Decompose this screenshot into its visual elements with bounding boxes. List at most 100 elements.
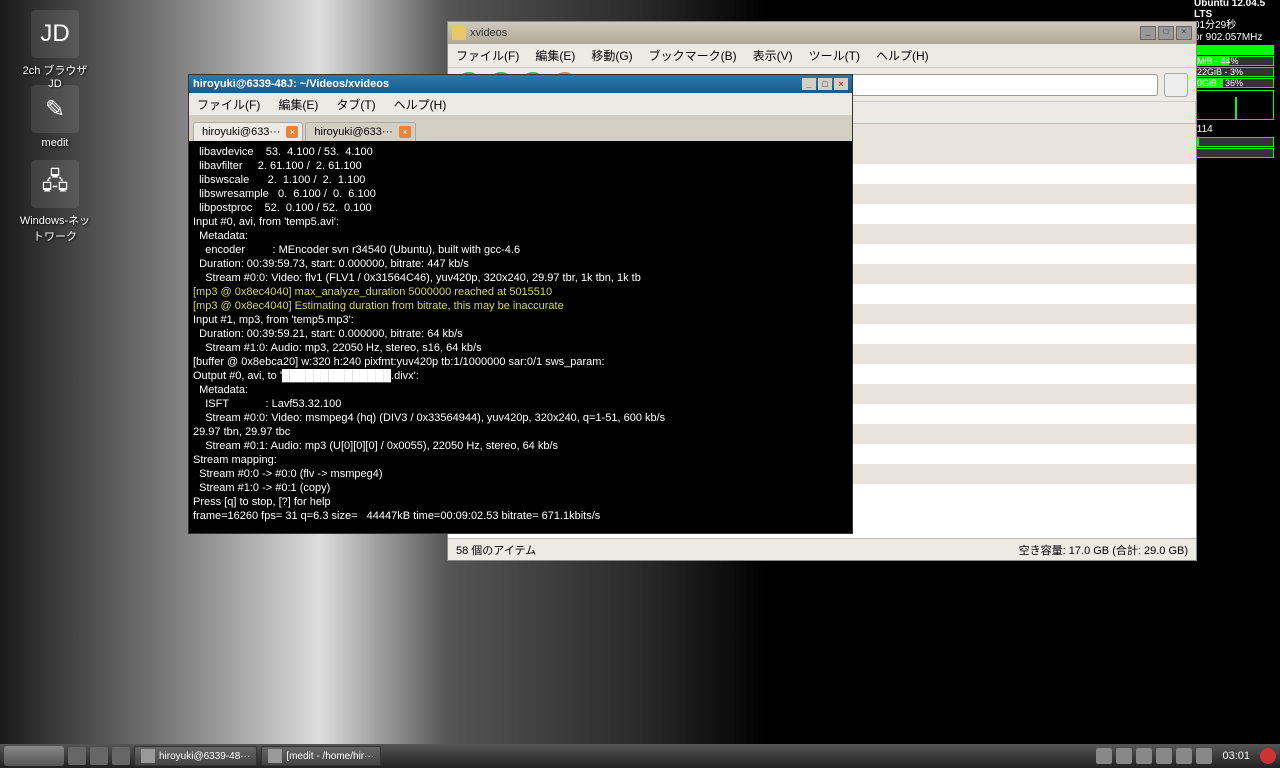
terminal-tab[interactable]: hiroyuki@633··· × [193, 122, 303, 141]
usage-bar: 0GiB - 36% [1194, 78, 1274, 88]
search-button[interactable] [1164, 73, 1188, 97]
menu-item[interactable]: タブ(T) [336, 96, 375, 113]
fm-title-text: xvideos [470, 27, 507, 39]
fm-statusbar: 58 個のアイテム 空き容量: 17.0 GB (合計: 29.0 GB) [448, 538, 1196, 560]
fm-titlebar[interactable]: xvideos _ □ × [448, 22, 1196, 44]
task-icon [141, 749, 155, 763]
terminal-line: [buffer @ 0x8ebca20] w:320 h:240 pixfmt:… [193, 355, 848, 369]
terminal-line: Press [q] to stop, [?] for help [193, 495, 848, 509]
menu-item[interactable]: 編集(E) [535, 47, 575, 64]
menu-item[interactable]: 表示(V) [753, 47, 793, 64]
terminal-tab[interactable]: hiroyuki@633··· × [305, 122, 415, 141]
terminal-line: Stream #1:0 -> #0:1 (copy) [193, 481, 848, 495]
usage-bar: MiB - 44% [1194, 56, 1274, 66]
term-menubar: ファイル(F) 編集(E) タブ(T) ヘルプ(H) [189, 93, 852, 115]
task-label: [medit - /home/hir··· [286, 751, 374, 762]
terminal-line: 29.97 tbn, 29.97 tbc [193, 425, 848, 439]
tray-icon[interactable] [1176, 748, 1192, 764]
tab-label: hiroyuki@633··· [314, 126, 392, 138]
taskbar: hiroyuki@6339-48··· [medit - /home/hir···… [0, 744, 1280, 768]
term-title-text: hiroyuki@6339-48J: ~/Videos/xvideos [193, 78, 389, 90]
taskbar-task[interactable]: [medit - /home/hir··· [261, 746, 381, 766]
tray-icon[interactable] [1116, 748, 1132, 764]
fm-item-count: 58 個のアイテム [456, 542, 1019, 557]
system-monitor-panel: Ubuntu 12.04.5 LTS 01分29秒 or 902.057MHz … [1190, 0, 1280, 161]
terminal-line: Input #0, avi, from 'temp5.avi': [193, 215, 848, 229]
terminal-line: libavfilter 2. 61.100 / 2. 61.100 [193, 159, 848, 173]
power-icon[interactable] [1260, 748, 1276, 764]
os-label: Ubuntu 12.04.5 LTS [1194, 2, 1276, 16]
minimize-button[interactable]: _ [1140, 26, 1156, 40]
terminal-line: frame=16260 fps= 31 q=6.3 size= 44447kB … [193, 509, 848, 523]
term-tabbar: hiroyuki@633··· × hiroyuki@633··· × [189, 115, 852, 141]
menu-item[interactable]: ファイル(F) [456, 47, 519, 64]
terminal-line: libswscale 2. 1.100 / 2. 1.100 [193, 173, 848, 187]
menu-item[interactable]: ブックマーク(B) [649, 47, 737, 64]
terminal-line: encoder : MEncoder svn r34540 (Ubuntu), … [193, 243, 848, 257]
quicklaunch-icon[interactable] [90, 747, 108, 765]
terminal-line: Stream #1:0: Audio: mp3, 22050 Hz, stere… [193, 341, 848, 355]
icon-label: Windows-ネットワーク [15, 212, 95, 244]
term-max-button[interactable]: □ [818, 78, 832, 90]
terminal-output[interactable]: libavdevice 53. 4.100 / 53. 4.100 libavf… [189, 141, 852, 533]
folder-icon [452, 26, 466, 40]
menu-item[interactable]: ファイル(F) [197, 96, 260, 113]
taskbar-task[interactable]: hiroyuki@6339-48··· [134, 746, 257, 766]
terminal-window: hiroyuki@6339-48J: ~/Videos/xvideos _ □ … [188, 74, 853, 534]
menu-item[interactable]: 移動(G) [591, 47, 632, 64]
terminal-line: [mp3 @ 0x8ec4040] Estimating duration fr… [193, 299, 848, 313]
usage-bar: 22GiB - 3% [1194, 67, 1274, 77]
term-min-button[interactable]: _ [802, 78, 816, 90]
task-icon [268, 749, 282, 763]
menu-item[interactable]: 編集(E) [278, 96, 318, 113]
terminal-line: Duration: 00:39:59.21, start: 0.000000, … [193, 327, 848, 341]
terminal-line: Stream #0:0: Video: msmpeg4 (hq) (DIV3 /… [193, 411, 848, 425]
term-titlebar[interactable]: hiroyuki@6339-48J: ~/Videos/xvideos _ □ … [189, 75, 852, 93]
app-icon: ✎ [31, 85, 79, 133]
tray-icon[interactable] [1136, 748, 1152, 764]
terminal-line: libavdevice 53. 4.100 / 53. 4.100 [193, 145, 848, 159]
taskbar-clock[interactable]: 03:01 [1216, 750, 1256, 762]
tray-icon[interactable] [1156, 748, 1172, 764]
desktop-icon[interactable]: 🖧 Windows-ネットワーク [15, 160, 95, 244]
maximize-button[interactable]: □ [1158, 26, 1174, 40]
desktop-icon[interactable]: ✎ medit [15, 85, 95, 149]
terminal-line: Metadata: [193, 229, 848, 243]
terminal-line: libpostproc 52. 0.100 / 52. 0.100 [193, 201, 848, 215]
terminal-line: Stream #0:0 -> #0:0 (flv -> msmpeg4) [193, 467, 848, 481]
app-icon: 🖧 [31, 160, 79, 208]
cpu-graph [1194, 90, 1274, 120]
net-bar [1194, 137, 1274, 147]
terminal-line: Output #0, avi, to '██████████████.divx'… [193, 369, 848, 383]
tab-close-icon[interactable]: × [399, 126, 411, 138]
quicklaunch-icon[interactable] [68, 747, 86, 765]
terminal-line: Stream #0:1: Audio: mp3 (U[0][0][0] / 0x… [193, 439, 848, 453]
terminal-line: Metadata: [193, 383, 848, 397]
net-bar2 [1194, 148, 1274, 158]
quicklaunch-icon[interactable] [112, 747, 130, 765]
cpu-freq-label: or 902.057MHz [1194, 30, 1276, 44]
app-icon: JD [31, 10, 79, 58]
terminal-line: Duration: 00:39:59.73, start: 0.000000, … [193, 257, 848, 271]
start-menu-button[interactable] [4, 746, 64, 766]
tray-icon[interactable] [1196, 748, 1212, 764]
terminal-line: Input #1, mp3, from 'temp5.mp3': [193, 313, 848, 327]
fm-menubar: ファイル(F) 編集(E) 移動(G) ブックマーク(B) 表示(V) ツール(T) ヘルプ… [448, 44, 1196, 68]
fm-free-space: 空き容量: 17.0 GB (合計: 29.0 GB) [1019, 542, 1188, 557]
terminal-line: Stream #0:0: Video: flv1 (FLV1 / 0x31564… [193, 271, 848, 285]
terminal-line: [mp3 @ 0x8ec4040] max_analyze_duration 5… [193, 285, 848, 299]
menu-item[interactable]: ヘルプ(H) [394, 96, 447, 113]
tray-icon[interactable] [1096, 748, 1112, 764]
icon-label: medit [15, 137, 95, 149]
desktop-icon[interactable]: JD2ch ブラウザ JD [15, 10, 95, 90]
term-close-button[interactable]: × [834, 78, 848, 90]
terminal-line: libswresample 0. 6.100 / 0. 6.100 [193, 187, 848, 201]
terminal-line: ISFT : Lavf53.32.100 [193, 397, 848, 411]
terminal-line: Stream mapping: [193, 453, 848, 467]
tab-label: hiroyuki@633··· [202, 126, 280, 138]
close-button[interactable]: × [1176, 26, 1192, 40]
task-label: hiroyuki@6339-48··· [159, 751, 250, 762]
menu-item[interactable]: ヘルプ(H) [876, 47, 929, 64]
menu-item[interactable]: ツール(T) [809, 47, 860, 64]
tab-close-icon[interactable]: × [286, 126, 298, 138]
